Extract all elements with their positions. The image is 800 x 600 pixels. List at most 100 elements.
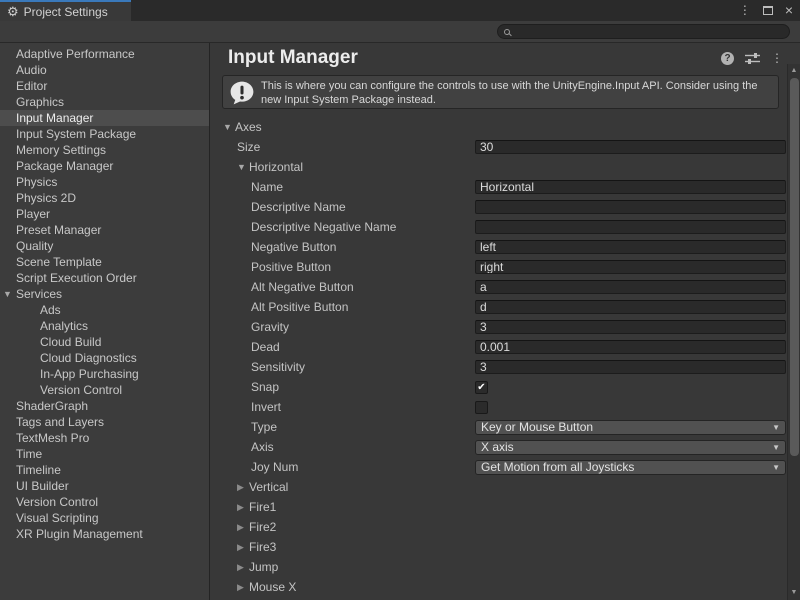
settings-sidebar: Adaptive PerformanceAudioEditorGraphicsI… xyxy=(0,43,210,600)
window-menu-icon[interactable]: ⋮ xyxy=(737,0,753,21)
sidebar-item-preset-manager[interactable]: Preset Manager xyxy=(0,222,209,238)
property-control: 3 xyxy=(475,360,786,374)
sidebar-item-ui-builder[interactable]: UI Builder xyxy=(0,478,209,494)
descriptive-negative-name-field[interactable] xyxy=(475,220,786,234)
close-icon[interactable]: × xyxy=(783,0,795,21)
negative-button-field[interactable]: left xyxy=(475,240,786,254)
scroll-up-icon[interactable]: ▲ xyxy=(788,66,800,76)
foldout-triangle-icon[interactable]: ▼ xyxy=(3,286,16,302)
sidebar-item-version-control[interactable]: Version Control xyxy=(0,494,209,510)
invert-checkbox[interactable] xyxy=(475,401,488,414)
axis-dropdown[interactable]: X axis▼ xyxy=(475,440,786,455)
sidebar-item-label: UI Builder xyxy=(16,478,69,494)
sidebar-item-label: Input System Package xyxy=(16,126,136,142)
property-label: Name xyxy=(251,180,475,194)
size-field[interactable]: 30 xyxy=(475,140,786,154)
foldout-triangle-icon[interactable]: ▼ xyxy=(237,162,249,172)
foldout-triangle-icon[interactable]: ▶ xyxy=(237,562,249,573)
presets-icon[interactable] xyxy=(745,52,760,65)
sidebar-item-package-manager[interactable]: Package Manager xyxy=(0,158,209,174)
property-row-alt-positive-button: Alt Positive Buttond xyxy=(211,297,800,317)
dropdown-value: Key or Mouse Button xyxy=(481,421,593,434)
sidebar-item-analytics[interactable]: Analytics xyxy=(0,318,209,334)
project-settings-window: ⚙ Project Settings ⋮ × Adaptive Performa… xyxy=(0,0,800,600)
sidebar-item-input-system-package[interactable]: Input System Package xyxy=(0,126,209,142)
alt-negative-button-field[interactable]: a xyxy=(475,280,786,294)
sidebar-item-adaptive-performance[interactable]: Adaptive Performance xyxy=(0,46,209,62)
help-icon[interactable]: ? xyxy=(721,52,734,65)
search-input[interactable] xyxy=(514,26,774,38)
sidebar-item-cloud-build[interactable]: Cloud Build xyxy=(0,334,209,350)
sidebar-item-player[interactable]: Player xyxy=(0,206,209,222)
sensitivity-field[interactable]: 3 xyxy=(475,360,786,374)
positive-button-field[interactable]: right xyxy=(475,260,786,274)
sidebar-item-version-control[interactable]: Version Control xyxy=(0,382,209,398)
dead-field[interactable]: 0.001 xyxy=(475,340,786,354)
property-label: Size xyxy=(237,140,475,154)
sidebar-item-quality[interactable]: Quality xyxy=(0,238,209,254)
property-row-descriptive-name: Descriptive Name xyxy=(211,197,800,217)
sidebar-item-memory-settings[interactable]: Memory Settings xyxy=(0,142,209,158)
scroll-down-icon[interactable]: ▼ xyxy=(788,588,800,598)
search-icon xyxy=(504,29,510,35)
sidebar-item-label: In-App Purchasing xyxy=(40,366,139,382)
sidebar-item-xr-plugin-management[interactable]: XR Plugin Management xyxy=(0,526,209,542)
warning-bubble-icon xyxy=(229,80,255,111)
joy-num-dropdown[interactable]: Get Motion from all Joysticks▼ xyxy=(475,460,786,475)
sidebar-item-cloud-diagnostics[interactable]: Cloud Diagnostics xyxy=(0,350,209,366)
property-control: d xyxy=(475,300,786,314)
settings-toolbar xyxy=(0,21,800,43)
sidebar-item-label: Quality xyxy=(16,238,53,254)
sidebar-item-graphics[interactable]: Graphics xyxy=(0,94,209,110)
sidebar-item-physics[interactable]: Physics xyxy=(0,174,209,190)
alt-positive-button-field[interactable]: d xyxy=(475,300,786,314)
property-label: Axis xyxy=(251,440,475,454)
sidebar-item-time[interactable]: Time xyxy=(0,446,209,462)
sidebar-item-scene-template[interactable]: Scene Template xyxy=(0,254,209,270)
gravity-field[interactable]: 3 xyxy=(475,320,786,334)
sidebar-item-services[interactable]: ▼Services xyxy=(0,286,209,302)
tab-bar: ⚙ Project Settings ⋮ × xyxy=(0,0,800,21)
sidebar-item-input-manager[interactable]: Input Manager xyxy=(0,110,209,126)
sidebar-item-script-execution-order[interactable]: Script Execution Order xyxy=(0,270,209,286)
vertical-scrollbar[interactable]: ▲ ▼ xyxy=(787,64,800,600)
property-label: Gravity xyxy=(251,320,475,334)
maximize-icon[interactable] xyxy=(763,6,773,15)
sidebar-item-label: Editor xyxy=(16,78,47,94)
sidebar-item-label: Physics xyxy=(16,174,57,190)
foldout-triangle-icon[interactable]: ▼ xyxy=(223,122,235,132)
tab-project-settings[interactable]: ⚙ Project Settings xyxy=(0,0,131,21)
foldout-triangle-icon[interactable]: ▶ xyxy=(237,482,249,493)
property-control xyxy=(475,220,786,234)
property-row-fire1: ▶Fire1 xyxy=(211,497,800,517)
foldout-triangle-icon[interactable]: ▶ xyxy=(237,522,249,533)
info-banner: This is where you can configure the cont… xyxy=(222,75,779,109)
property-row-horizontal: ▼Horizontal xyxy=(211,157,800,177)
descriptive-name-field[interactable] xyxy=(475,200,786,214)
scrollbar-thumb[interactable] xyxy=(790,78,799,456)
name-field[interactable]: Horizontal xyxy=(475,180,786,194)
sidebar-item-label: Input Manager xyxy=(16,110,93,126)
foldout-triangle-icon[interactable]: ▶ xyxy=(237,542,249,553)
sidebar-item-audio[interactable]: Audio xyxy=(0,62,209,78)
type-dropdown[interactable]: Key or Mouse Button▼ xyxy=(475,420,786,435)
sidebar-item-timeline[interactable]: Timeline xyxy=(0,462,209,478)
sidebar-item-visual-scripting[interactable]: Visual Scripting xyxy=(0,510,209,526)
sidebar-item-tags-and-layers[interactable]: Tags and Layers xyxy=(0,414,209,430)
foldout-triangle-icon[interactable]: ▶ xyxy=(237,502,249,513)
foldout-triangle-icon[interactable]: ▶ xyxy=(237,582,249,593)
sidebar-item-in-app-purchasing[interactable]: In-App Purchasing xyxy=(0,366,209,382)
sidebar-item-shadergraph[interactable]: ShaderGraph xyxy=(0,398,209,414)
sidebar-item-ads[interactable]: Ads xyxy=(0,302,209,318)
property-row-jump: ▶Jump xyxy=(211,557,800,577)
more-options-icon[interactable]: ⋮ xyxy=(771,52,783,65)
sidebar-item-physics-2d[interactable]: Physics 2D xyxy=(0,190,209,206)
property-label: Alt Negative Button xyxy=(251,280,475,294)
sidebar-item-editor[interactable]: Editor xyxy=(0,78,209,94)
property-row-type: TypeKey or Mouse Button▼ xyxy=(211,417,800,437)
sidebar-item-textmesh-pro[interactable]: TextMesh Pro xyxy=(0,430,209,446)
search-box[interactable] xyxy=(497,24,790,39)
window-controls: ⋮ × xyxy=(737,0,795,21)
property-row-vertical: ▶Vertical xyxy=(211,477,800,497)
snap-checkbox[interactable]: ✔ xyxy=(475,381,488,394)
